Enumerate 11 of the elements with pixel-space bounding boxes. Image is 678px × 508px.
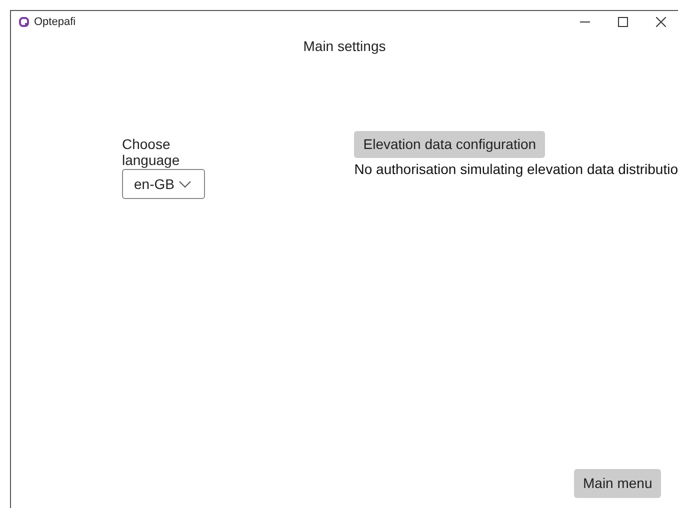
window-title: Optepafi: [34, 14, 76, 30]
elevation-status-text: No authorisation simulating elevation data distributio: [354, 160, 678, 179]
language-dropdown[interactable]: en-GB: [122, 169, 205, 199]
page-heading: Main settings: [303, 37, 386, 56]
main-menu-button[interactable]: Main menu: [574, 469, 662, 498]
app-logo-icon: [19, 17, 29, 27]
close-icon[interactable]: [656, 17, 666, 27]
maximize-icon[interactable]: [618, 17, 628, 27]
elevation-config-button[interactable]: Elevation data configuration: [354, 131, 546, 158]
language-label: Choose language: [122, 136, 181, 168]
chevron-down-icon: [179, 180, 192, 188]
